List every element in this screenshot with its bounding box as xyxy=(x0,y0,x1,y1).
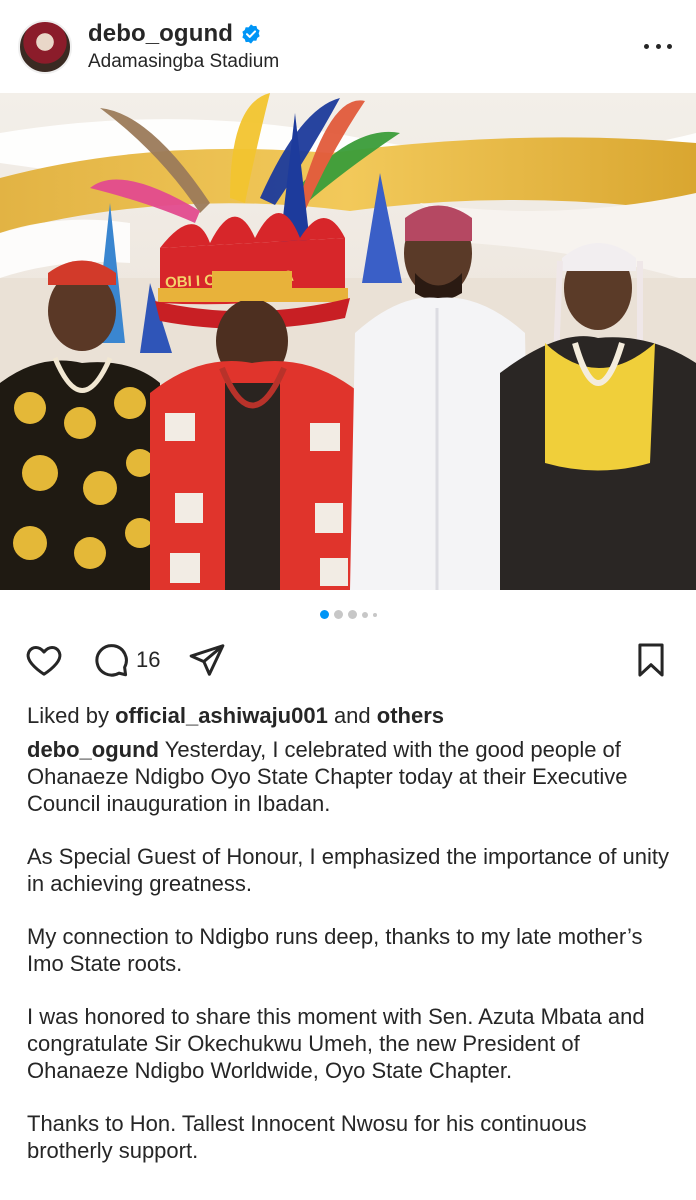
likes-prefix: Liked by xyxy=(27,703,116,728)
caption-paragraph: My connection to Ndigbo runs deep, thank… xyxy=(27,924,643,976)
post-location[interactable]: Adamasingba Stadium xyxy=(88,51,279,73)
caption-paragraph: debo_ogund Yesterday, I celebrated with … xyxy=(27,736,672,817)
caption-username[interactable]: debo_ogund xyxy=(27,737,159,762)
username[interactable]: debo_ogund xyxy=(88,20,233,48)
more-dot xyxy=(667,43,672,49)
post-caption: debo_ogund Yesterday, I celebrated with … xyxy=(27,736,672,1190)
heart-icon xyxy=(26,646,62,676)
carousel-dot xyxy=(372,612,377,617)
share-icon xyxy=(189,644,225,676)
more-dot xyxy=(644,43,649,49)
bookmark-icon xyxy=(638,643,664,677)
share-button[interactable] xyxy=(188,640,226,680)
username-row: debo_ogund xyxy=(88,20,279,48)
caption-paragraph: As Special Guest of Honour, I emphasized… xyxy=(27,844,670,896)
carousel-dot xyxy=(361,611,368,618)
photo-illustration: OBI I OF YORUBA xyxy=(0,93,696,590)
caption-paragraph: I was honored to share this moment with … xyxy=(27,1004,645,1083)
verified-badge-icon xyxy=(242,24,260,44)
carousel-dot xyxy=(347,610,357,619)
post-actions-bar: 16 xyxy=(0,640,696,686)
profile-avatar[interactable] xyxy=(18,19,72,74)
likes-middle: and xyxy=(327,703,377,728)
post-header: debo_ogund Adamasingba Stadium xyxy=(0,0,696,93)
carousel-indicator xyxy=(0,610,696,619)
carousel-dot-active xyxy=(319,610,329,619)
liked-by-user[interactable]: official_ashiwaju001 xyxy=(115,703,328,728)
more-dot xyxy=(655,43,661,49)
liked-by-others[interactable]: others xyxy=(377,703,444,728)
carousel-dot xyxy=(333,610,343,619)
comment-count: 16 xyxy=(136,647,161,672)
save-button[interactable] xyxy=(632,640,670,680)
more-options-icon[interactable] xyxy=(644,36,672,56)
header-text: debo_ogund Adamasingba Stadium xyxy=(88,20,279,73)
likes-summary[interactable]: Liked by official_ashiwaju001 and others xyxy=(27,703,444,729)
like-button[interactable] xyxy=(24,640,64,680)
post-photo[interactable]: OBI I OF YORUBA xyxy=(0,93,696,590)
caption-paragraph: Thanks to Hon. Tallest Innocent Nwosu fo… xyxy=(27,1111,587,1163)
comment-icon xyxy=(95,644,128,677)
comment-button[interactable]: 16 xyxy=(92,640,160,680)
